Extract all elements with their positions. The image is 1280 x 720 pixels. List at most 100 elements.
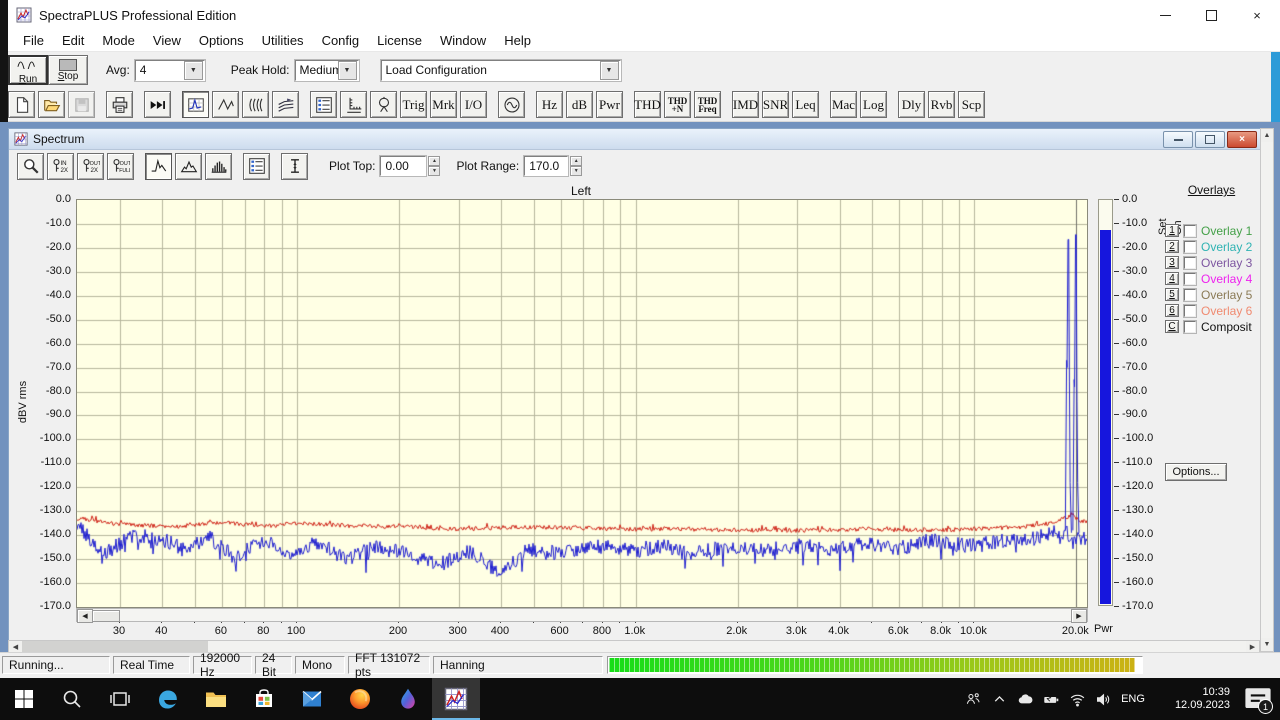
- power-button[interactable]: Pwr: [596, 91, 623, 118]
- open-file-button[interactable]: [38, 91, 65, 118]
- taskbar-file-explorer-icon[interactable]: [192, 678, 240, 720]
- taskbar-firefox-icon[interactable]: [336, 678, 384, 720]
- fast-forward-button[interactable]: [144, 91, 171, 118]
- zoom-out-2x-button[interactable]: OUT 2X: [77, 152, 104, 180]
- input-output-button[interactable]: I/O: [460, 91, 487, 118]
- language-indicator[interactable]: ENG: [1116, 693, 1150, 705]
- markers-button[interactable]: Mrk: [430, 91, 457, 118]
- close-button[interactable]: ×: [1234, 0, 1280, 30]
- overlay-set-button-3[interactable]: 3: [1165, 256, 1179, 269]
- tray-chevron-up-icon[interactable]: [986, 678, 1012, 720]
- overlay-set-button-2[interactable]: 2: [1165, 240, 1179, 253]
- menu-item-help[interactable]: Help: [495, 33, 540, 48]
- analyzer-view-button[interactable]: [182, 91, 209, 118]
- menu-item-utilities[interactable]: Utilities: [253, 33, 313, 48]
- menu-item-file[interactable]: File: [14, 33, 53, 48]
- line-plot-button[interactable]: [145, 152, 172, 180]
- menu-item-edit[interactable]: Edit: [53, 33, 93, 48]
- overlay-on-checkbox-6[interactable]: [1183, 303, 1197, 318]
- overlay-on-checkbox-2[interactable]: [1183, 239, 1197, 254]
- zoom-in-2x-button[interactable]: IN 2X: [47, 152, 74, 180]
- scroll-right-icon[interactable]: ▶: [1246, 641, 1259, 652]
- overlay-on-checkbox-5[interactable]: [1183, 287, 1197, 302]
- scroll-down-icon[interactable]: ▼: [1261, 638, 1273, 651]
- menu-item-mode[interactable]: Mode: [93, 33, 144, 48]
- macro-button[interactable]: Mac: [830, 91, 857, 118]
- taskbar-paint3d-icon[interactable]: [384, 678, 432, 720]
- thd-freq-button[interactable]: THD Freq: [694, 91, 721, 118]
- thd-button[interactable]: THD: [634, 91, 661, 118]
- plot-range-spinner[interactable]: ▲ ▼: [570, 156, 583, 176]
- menu-item-config[interactable]: Config: [313, 33, 369, 48]
- spinner-down-icon[interactable]: ▼: [428, 166, 441, 176]
- action-center-icon[interactable]: 1: [1240, 678, 1276, 720]
- menu-item-window[interactable]: Window: [431, 33, 495, 48]
- save-file-button[interactable]: [68, 91, 95, 118]
- scope-button[interactable]: Scp: [958, 91, 985, 118]
- menu-item-license[interactable]: License: [368, 33, 431, 48]
- decibels-button[interactable]: dB: [566, 91, 593, 118]
- overlay-set-button-5[interactable]: 5: [1165, 288, 1179, 301]
- overlay-on-checkbox-3[interactable]: [1183, 255, 1197, 270]
- overlay-on-checkbox-1[interactable]: [1183, 223, 1197, 238]
- signal-generator-button[interactable]: [498, 91, 525, 118]
- leq-button[interactable]: Leq: [792, 91, 819, 118]
- clock[interactable]: 10:39 12.09.2023: [1150, 686, 1230, 712]
- plot-horizontal-scrollbar[interactable]: ◀ ▶: [76, 608, 1088, 623]
- taskbar-search-icon[interactable]: [48, 678, 96, 720]
- spinner-up-icon[interactable]: ▲: [570, 156, 583, 166]
- zoom-button[interactable]: [17, 152, 44, 180]
- mdi-vertical-scrollbar[interactable]: ▲ ▼: [1260, 128, 1274, 652]
- trigger-button[interactable]: Trig: [400, 91, 427, 118]
- maximize-button[interactable]: [1188, 0, 1234, 30]
- display-options-button[interactable]: [243, 152, 270, 180]
- peak-hold-combobox[interactable]: Medium ▼: [293, 58, 360, 82]
- scroll-up-icon[interactable]: ▲: [1261, 129, 1273, 142]
- frequency-button[interactable]: Hz: [536, 91, 563, 118]
- print-button[interactable]: [106, 91, 133, 118]
- taskbar-store-icon[interactable]: [240, 678, 288, 720]
- overlay-on-checkbox-c[interactable]: [1183, 319, 1197, 334]
- delay-button[interactable]: Dly: [898, 91, 925, 118]
- marker-tool-button[interactable]: [281, 152, 308, 180]
- overlays-options-button[interactable]: Options...: [1165, 463, 1227, 481]
- tray-wifi-icon[interactable]: [1064, 678, 1090, 720]
- taskbar-spectraplus-icon[interactable]: [432, 678, 480, 720]
- spectrogram-view-button[interactable]: [242, 91, 269, 118]
- tray-people-icon[interactable]: [960, 678, 986, 720]
- tray-battery-icon[interactable]: [1038, 678, 1064, 720]
- snr-button[interactable]: SNR: [762, 91, 789, 118]
- menu-item-view[interactable]: View: [144, 33, 190, 48]
- spinner-up-icon[interactable]: ▲: [428, 156, 441, 166]
- tray-onedrive-icon[interactable]: [1012, 678, 1038, 720]
- scroll-left-icon[interactable]: ◀: [77, 609, 93, 623]
- surface-view-button[interactable]: [272, 91, 299, 118]
- taskbar-start-icon[interactable]: [0, 678, 48, 720]
- logging-button[interactable]: Log: [860, 91, 887, 118]
- chevron-down-icon[interactable]: ▼: [599, 60, 619, 80]
- chevron-down-icon[interactable]: ▼: [337, 60, 357, 80]
- plot-range-input[interactable]: 170.0: [523, 155, 570, 177]
- scroll-left-icon[interactable]: ◀: [9, 641, 22, 652]
- taskbar-mail-icon[interactable]: [288, 678, 336, 720]
- run-button[interactable]: Run: [8, 55, 48, 85]
- imd-button[interactable]: IMD: [732, 91, 759, 118]
- filled-plot-button[interactable]: [175, 152, 202, 180]
- plot-scroll-thumb[interactable]: [92, 610, 120, 622]
- zoom-out-full-button[interactable]: OUTFULL: [107, 152, 134, 180]
- avg-combobox[interactable]: 4 ▼: [133, 58, 206, 82]
- spectrum-maximize-button[interactable]: [1195, 131, 1225, 148]
- plot-top-input[interactable]: 0.00: [379, 155, 428, 177]
- bar-plot-button[interactable]: [205, 152, 232, 180]
- stop-button[interactable]: Stop: [48, 55, 88, 85]
- display-options-button[interactable]: [310, 91, 337, 118]
- scaling-button[interactable]: [340, 91, 367, 118]
- spectrum-close-button[interactable]: ×: [1227, 131, 1257, 148]
- overlay-on-checkbox-4[interactable]: [1183, 271, 1197, 286]
- taskbar-task-view-icon[interactable]: [96, 678, 144, 720]
- time-series-view-button[interactable]: [212, 91, 239, 118]
- plot-top-spinner[interactable]: ▲ ▼: [428, 156, 441, 176]
- spectrum-minimize-button[interactable]: [1163, 131, 1193, 148]
- spinner-down-icon[interactable]: ▼: [570, 166, 583, 176]
- tray-volume-icon[interactable]: [1090, 678, 1116, 720]
